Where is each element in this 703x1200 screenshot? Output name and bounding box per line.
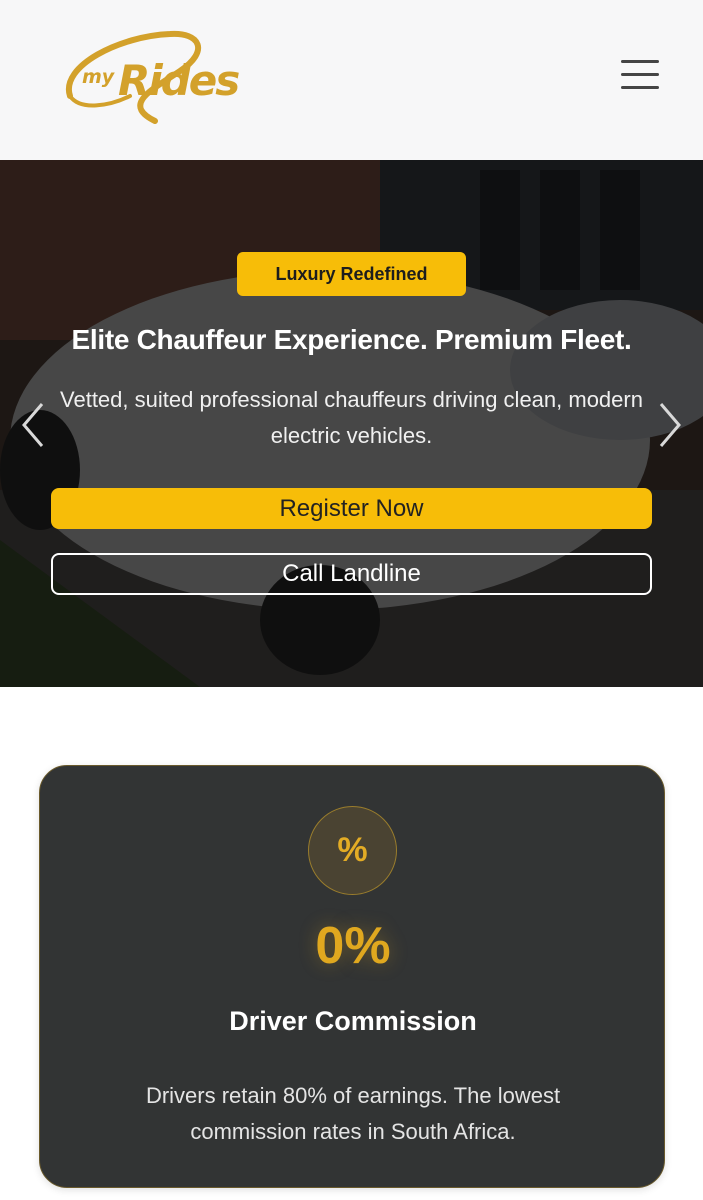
call-landline-button[interactable]: Call Landline xyxy=(51,553,652,595)
hero-title: Elite Chauffeur Experience. Premium Flee… xyxy=(71,324,632,355)
card-title: Driver Commission xyxy=(229,1006,477,1036)
commission-value: 0% xyxy=(315,917,391,975)
hero-carousel: Luxury Redefined Elite Chauffeur Experie… xyxy=(0,160,703,687)
hero-subtitle: Vetted, suited professional chauffeurs d… xyxy=(60,387,643,448)
percent-icon: % xyxy=(308,806,397,895)
logo-text-rides: Rides xyxy=(118,56,240,105)
driver-commission-card: % 0% Driver Commission Drivers retain 80… xyxy=(39,765,665,1188)
chevron-left-icon[interactable] xyxy=(18,400,48,450)
site-header: my Rides xyxy=(0,0,703,160)
logo-text-my: my xyxy=(82,66,115,88)
hero-badge: Luxury Redefined xyxy=(237,252,466,296)
hamburger-menu-icon[interactable] xyxy=(616,55,664,95)
card-description: Drivers retain 80% of earnings. The lowe… xyxy=(145,1083,561,1144)
myrides-logo[interactable]: my Rides xyxy=(60,26,245,128)
chevron-right-icon[interactable] xyxy=(655,400,685,450)
register-now-button[interactable]: Register Now xyxy=(51,488,652,529)
